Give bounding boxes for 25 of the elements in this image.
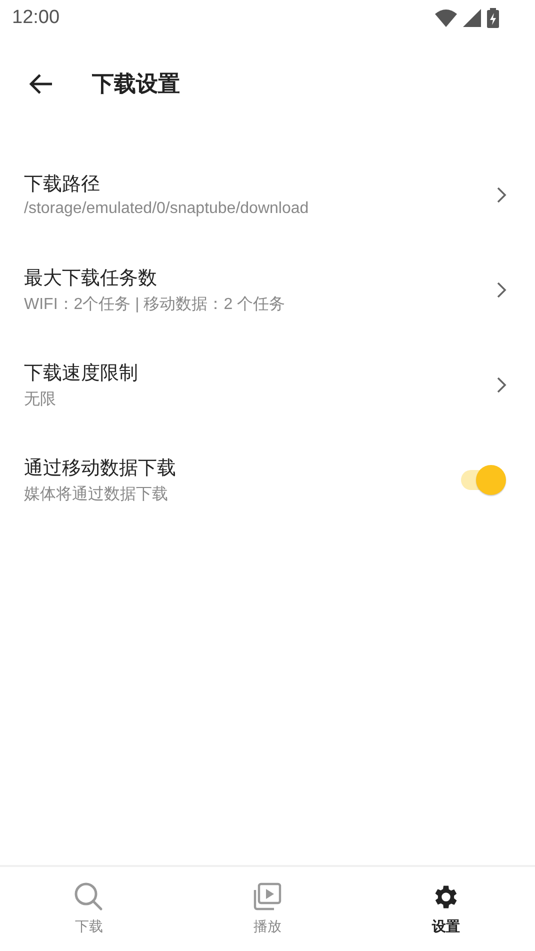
- setting-title: 最大下载任务数: [24, 266, 158, 290]
- chevron-right-icon: [497, 186, 507, 202]
- setting-title: 通过移动数据下载: [24, 456, 177, 480]
- signal-icon: [463, 9, 481, 27]
- setting-value: 无限: [24, 390, 57, 410]
- settings-row[interactable]: 最大下载任务数 WIFI：2个任务 | 移动数据：2 个任务: [0, 242, 535, 337]
- setting-value: /storage/emulated/0/snaptube/download: [24, 200, 310, 218]
- nav-tab[interactable]: 设置: [356, 867, 535, 951]
- settings-row[interactable]: 下载速度限制 无限: [0, 337, 535, 432]
- nav-tab[interactable]: 播放: [178, 867, 357, 951]
- chevron-right-icon: [497, 376, 507, 392]
- setting-value: WIFI：2个任务 | 移动数据：2 个任务: [24, 294, 286, 314]
- setting-value: 媒体将通过数据下载: [24, 484, 169, 504]
- status-time: 12:00: [12, 7, 60, 29]
- setting-title: 下载路径: [24, 173, 101, 197]
- settings-row[interactable]: 通过移动数据下载 媒体将通过数据下载: [0, 432, 535, 527]
- page-title: 下载设置: [92, 70, 180, 98]
- chevron-right-icon: [497, 282, 507, 298]
- settings-row[interactable]: 下载路径 /storage/emulated/0/snaptube/download: [0, 147, 535, 242]
- setting-title: 下载速度限制: [24, 362, 139, 386]
- wifi-icon: [435, 9, 457, 27]
- video-stack-icon: [252, 882, 282, 912]
- search-icon: [74, 882, 104, 912]
- battery-charging-icon: [487, 8, 499, 28]
- nav-tab[interactable]: 下载: [0, 867, 178, 951]
